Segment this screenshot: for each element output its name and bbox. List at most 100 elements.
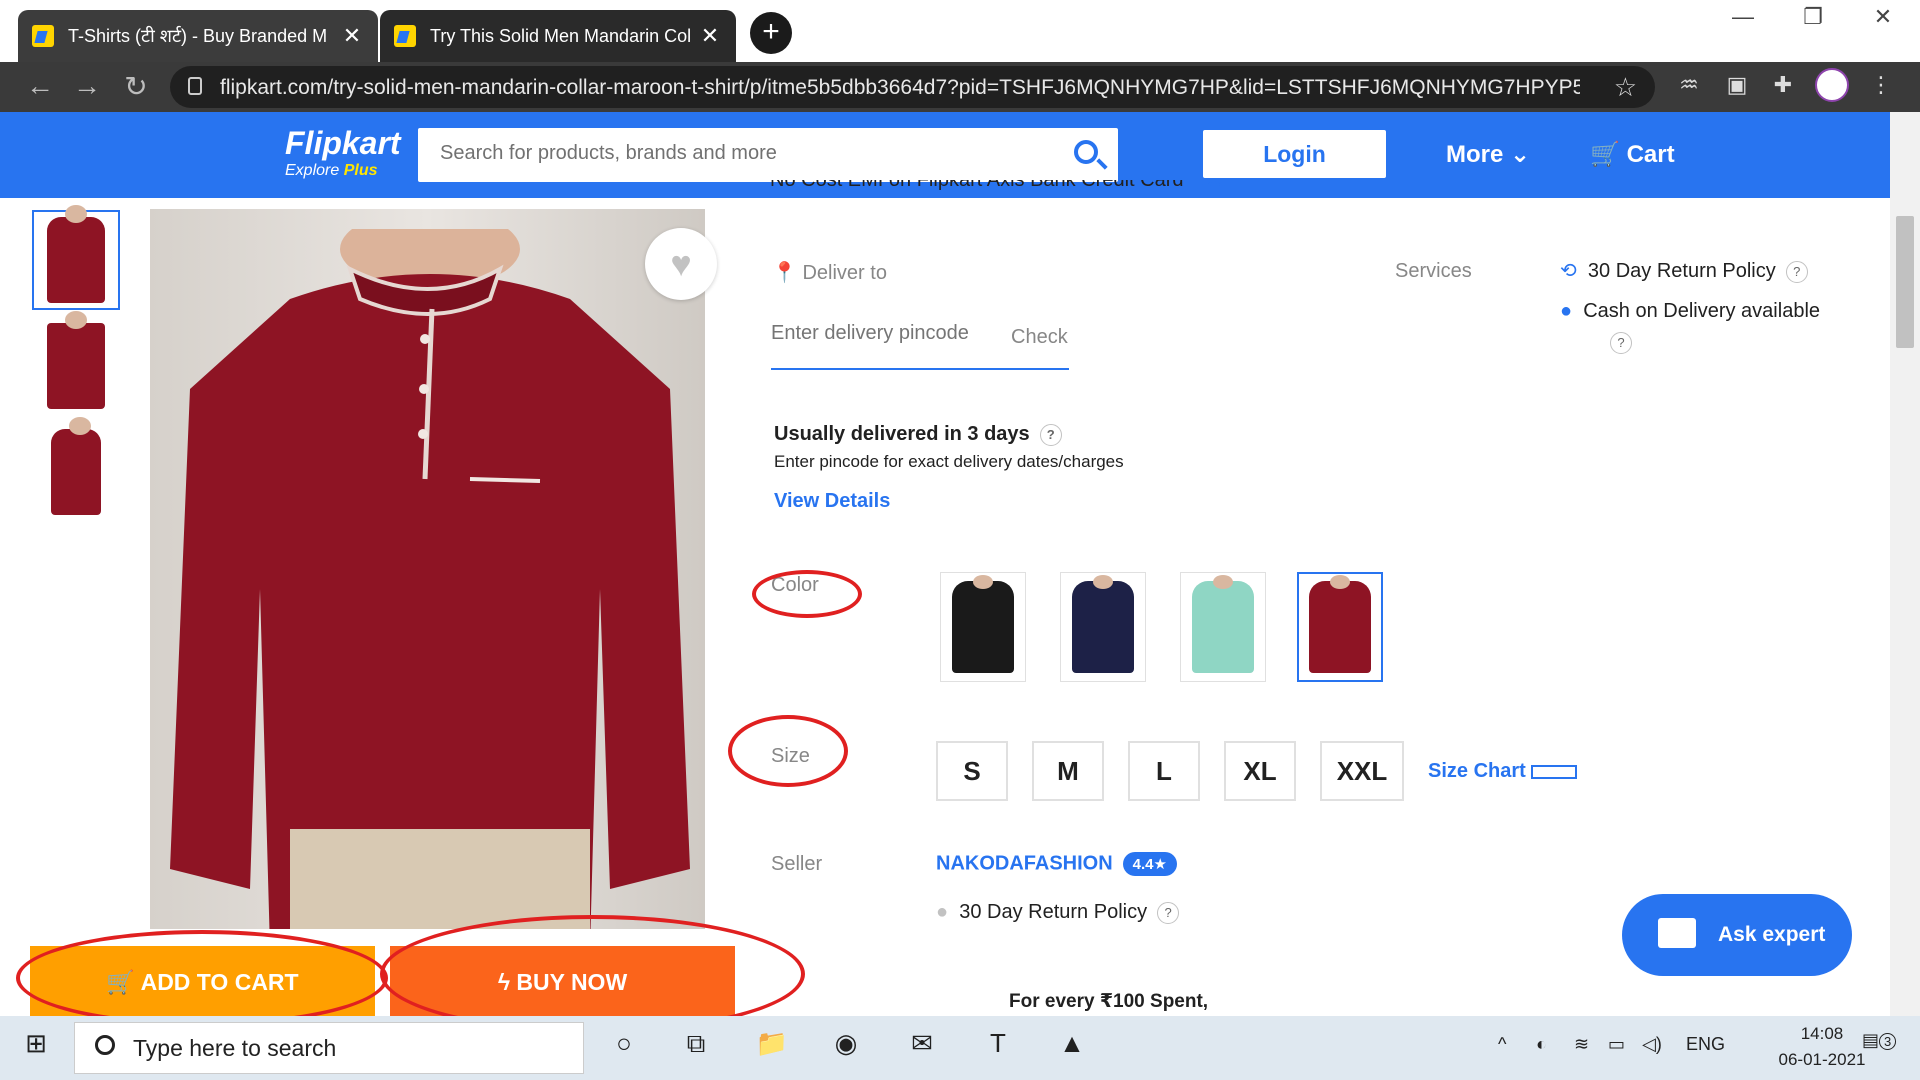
teams-icon[interactable]: T xyxy=(978,1028,1018,1068)
logo-tagline: Explore Plus xyxy=(285,162,378,179)
forward-icon[interactable]: → xyxy=(67,70,107,102)
scrollbar-thumb[interactable] xyxy=(1896,216,1914,348)
file-explorer-icon[interactable]: 📁 xyxy=(752,1028,792,1068)
location-pin-icon: 📍 xyxy=(772,262,797,284)
bookmark-star-icon[interactable]: ☆ xyxy=(1614,72,1637,103)
address-bar: ← → ↻ flipkart.com/try-solid-men-mandari… xyxy=(0,62,1920,112)
close-tab-icon[interactable]: ✕ xyxy=(340,23,364,49)
extension-lt-icon[interactable]: ♒ xyxy=(1674,72,1704,102)
search-box xyxy=(418,128,1118,182)
wifi-icon[interactable]: ≋ xyxy=(1574,1034,1589,1055)
add-to-cart-button[interactable]: 🛒 ADD TO CART xyxy=(30,946,375,1016)
view-details-link[interactable]: View Details xyxy=(774,490,890,513)
check-button[interactable]: Check xyxy=(1011,326,1068,349)
return-icon: ⟲ xyxy=(1560,260,1577,282)
help-icon[interactable]: ? xyxy=(1157,901,1180,924)
delivery-time: Usually delivered in 3 days? xyxy=(774,423,1062,446)
chat-bubble-icon xyxy=(1658,918,1696,948)
restore-icon[interactable]: ❐ xyxy=(1783,4,1843,30)
pincode-field: Check xyxy=(771,322,1069,370)
thumbnail-3[interactable] xyxy=(32,417,120,522)
size-label: Size xyxy=(771,745,810,767)
thumbnail-2[interactable] xyxy=(32,311,120,416)
delivery-note: Enter pincode for exact delivery dates/c… xyxy=(774,452,1124,471)
seller-label: Seller xyxy=(771,853,823,875)
seller-rating-badge: 4.4★ xyxy=(1122,852,1177,876)
task-view-icon[interactable]: ⧉ xyxy=(676,1028,716,1068)
flipkart-favicon-icon xyxy=(394,25,416,47)
mail-icon[interactable]: ✉ xyxy=(902,1028,942,1068)
supercoin-text: For every ₹100 Spent, xyxy=(1009,991,1209,1012)
cart-link[interactable]: 🛒 Cart xyxy=(1590,140,1675,169)
size-l[interactable]: L xyxy=(1128,741,1200,801)
size-xxl[interactable]: XXL xyxy=(1320,741,1404,801)
tab-title: Try This Solid Men Mandarin Coll xyxy=(430,25,692,46)
back-icon[interactable]: ← xyxy=(20,70,60,102)
notification-center[interactable]: ▤ 3 xyxy=(1862,1030,1897,1051)
tray-chevron-icon[interactable]: ^ xyxy=(1498,1034,1506,1055)
browser-tab-strip: T-Shirts (टी शर्ट) - Buy Branded M ✕ Try… xyxy=(0,0,1920,62)
browser-tab-2[interactable]: Try This Solid Men Mandarin Coll ✕ xyxy=(380,10,736,62)
size-xl[interactable]: XL xyxy=(1224,741,1296,801)
photos-icon[interactable]: ▲ xyxy=(1052,1028,1092,1068)
service-return: ⟲ 30 Day Return Policy? xyxy=(1560,258,1808,283)
pincode-input[interactable] xyxy=(771,322,991,345)
color-swatch-black[interactable] xyxy=(940,572,1026,682)
profile-avatar[interactable] xyxy=(1815,68,1849,102)
tab-title: T-Shirts (टी शर्ट) - Buy Branded M xyxy=(68,26,328,46)
weather-icon[interactable]: ◐ xyxy=(1536,1034,1547,1055)
seller-policy: ● 30 Day Return Policy? xyxy=(936,901,1180,924)
maroon-shirt-image xyxy=(170,229,690,929)
reload-icon[interactable]: ↻ xyxy=(116,70,156,103)
ask-expert-button[interactable]: Ask expert xyxy=(1622,894,1852,976)
cortana-icon[interactable]: ○ xyxy=(604,1028,644,1068)
search-input[interactable] xyxy=(440,142,1020,165)
search-icon xyxy=(95,1035,115,1055)
close-tab-icon[interactable]: ✕ xyxy=(698,23,722,49)
url-field[interactable]: flipkart.com/try-solid-men-mandarin-coll… xyxy=(170,66,1655,108)
windows-taskbar: ⊞ Type here to search ○ ⧉ 📁 ◉ ✉ T ▲ ^ ◐ … xyxy=(0,1016,1920,1080)
service-help: ? xyxy=(1600,332,1632,354)
thumbnail-1[interactable] xyxy=(32,205,120,310)
seller-name-link[interactable]: NAKODAFASHION xyxy=(936,852,1113,874)
windows-start-icon[interactable]: ⊞ xyxy=(16,1028,56,1068)
minimize-icon[interactable]: — xyxy=(1713,4,1773,30)
help-icon[interactable]: ? xyxy=(1039,423,1062,446)
more-dropdown[interactable]: More ⌄ xyxy=(1446,140,1530,169)
rupee-icon: ● xyxy=(1560,300,1573,322)
color-swatch-navy[interactable] xyxy=(1060,572,1146,682)
extensions-puzzle-icon[interactable]: ✚ xyxy=(1768,72,1798,102)
help-icon[interactable]: ? xyxy=(1610,332,1632,354)
flipkart-favicon-icon xyxy=(32,25,54,47)
product-main-image[interactable] xyxy=(150,209,705,929)
flipkart-logo[interactable]: Flipkart Explore Plus xyxy=(285,125,401,180)
lightning-icon: ϟ xyxy=(497,969,511,995)
page-scrollbar[interactable] xyxy=(1890,112,1920,1016)
login-button[interactable]: Login xyxy=(1203,130,1386,178)
new-tab-button[interactable]: + xyxy=(750,12,792,54)
menu-kebab-icon[interactable]: ⋮ xyxy=(1866,72,1896,102)
volume-icon[interactable]: ◁) xyxy=(1642,1034,1662,1055)
color-swatch-mint[interactable] xyxy=(1180,572,1266,682)
size-chart-link[interactable]: Size Chart xyxy=(1428,760,1578,783)
buy-now-button[interactable]: ϟ BUY NOW xyxy=(390,946,735,1016)
size-m[interactable]: M xyxy=(1032,741,1104,801)
ruler-icon xyxy=(1531,764,1578,779)
close-window-icon[interactable]: ✕ xyxy=(1853,4,1913,30)
cart-icon: 🛒 xyxy=(1590,141,1620,168)
chrome-icon[interactable]: ◉ xyxy=(826,1028,866,1068)
browser-tab-1[interactable]: T-Shirts (टी शर्ट) - Buy Branded M ✕ xyxy=(18,10,378,62)
language-indicator[interactable]: ENG xyxy=(1686,1034,1725,1055)
taskbar-search[interactable]: Type here to search xyxy=(74,1022,584,1074)
thumbnail-list xyxy=(32,205,120,528)
extension-q-icon[interactable]: ▣ xyxy=(1722,72,1752,102)
wishlist-heart-icon[interactable]: ♥ xyxy=(645,228,717,300)
battery-icon[interactable]: ▭ xyxy=(1608,1034,1625,1055)
color-label: Color xyxy=(771,574,819,596)
search-icon[interactable] xyxy=(1074,140,1098,164)
services-label: Services xyxy=(1395,260,1472,282)
offer-line: No Cost EMI on Flipkart Axis Bank Credit… xyxy=(770,180,1229,191)
help-icon[interactable]: ? xyxy=(1785,260,1808,283)
color-swatch-maroon[interactable] xyxy=(1297,572,1383,682)
size-s[interactable]: S xyxy=(936,741,1008,801)
